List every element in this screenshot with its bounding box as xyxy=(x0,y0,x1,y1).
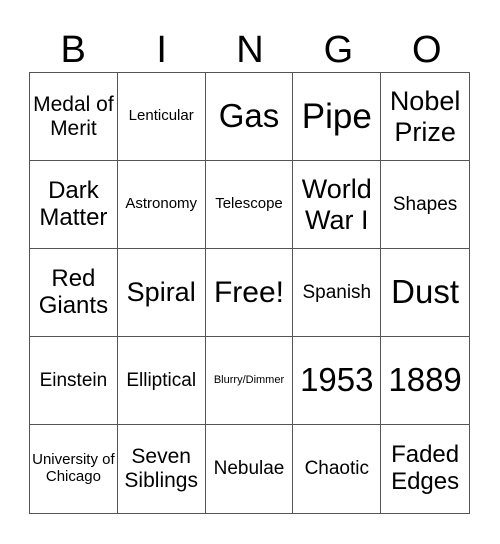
header-letter-i: I xyxy=(156,29,167,71)
bingo-cell[interactable]: Spanish xyxy=(293,249,382,337)
bingo-cell[interactable]: Lenticular xyxy=(117,73,206,161)
bingo-cell[interactable]: Dust xyxy=(381,249,469,337)
bingo-cell[interactable]: Shapes xyxy=(381,161,469,249)
bingo-cell[interactable]: Einstein xyxy=(30,337,118,425)
bingo-cell[interactable]: Chaotic xyxy=(293,425,382,513)
header-letter-g: G xyxy=(323,29,354,71)
header-letter-o: O xyxy=(412,29,442,71)
bingo-cell[interactable]: Red Giants xyxy=(30,249,118,337)
bingo-cell[interactable]: 1889 xyxy=(381,337,469,425)
bingo-cell[interactable]: Elliptical xyxy=(117,337,206,425)
bingo-cell[interactable]: Nebulae xyxy=(206,425,294,513)
bingo-cell[interactable]: World War I xyxy=(293,161,382,249)
bingo-cell[interactable]: Nobel Prize xyxy=(381,73,469,161)
bingo-header: B I N G O xyxy=(29,28,471,72)
bingo-cell[interactable]: Dark Matter xyxy=(30,161,118,249)
header-letter-n: N xyxy=(236,29,264,71)
header-letter-b: B xyxy=(60,29,86,71)
bingo-cell[interactable]: Blurry/Dimmer xyxy=(205,337,294,425)
bingo-cell[interactable]: Telescope xyxy=(205,161,294,249)
bingo-cell[interactable]: Astronomy xyxy=(117,161,206,249)
bingo-cell[interactable]: Medal of Merit xyxy=(30,73,118,161)
bingo-cell[interactable]: Spiral xyxy=(117,249,206,337)
bingo-cell[interactable]: University of Chicago xyxy=(30,425,118,513)
bingo-cell-free[interactable]: Free! xyxy=(205,249,294,337)
bingo-cell[interactable]: Faded Edges xyxy=(381,425,469,513)
bingo-grid: Medal of Merit Lenticular Gas Pipe Nobel… xyxy=(29,72,470,514)
bingo-cell[interactable]: Seven Siblings xyxy=(118,425,206,513)
bingo-cell[interactable]: Gas xyxy=(205,73,294,161)
bingo-cell[interactable]: Pipe xyxy=(293,73,382,161)
bingo-cell[interactable]: 1953 xyxy=(293,337,382,425)
